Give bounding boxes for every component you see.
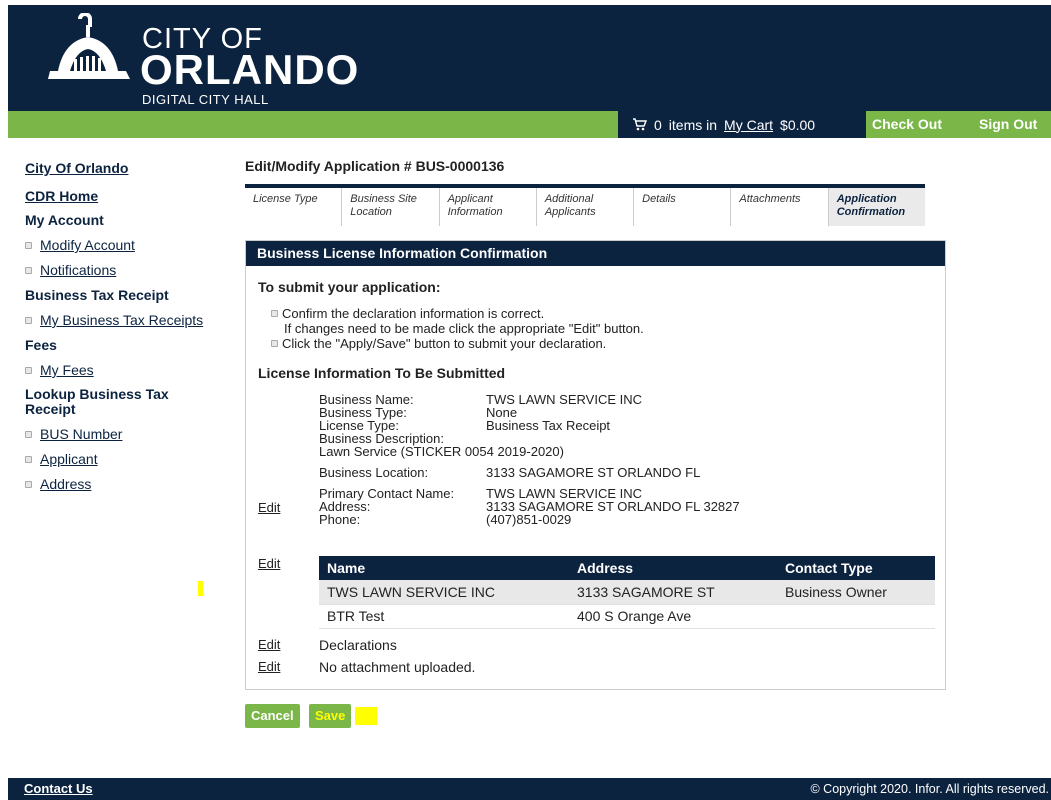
table-row: TWS LAWN SERVICE INC 3133 SAGAMORE ST Bu…: [319, 580, 935, 605]
instructions: Confirm the declaration information is c…: [271, 306, 644, 351]
logo-orlando-text: ORLANDO: [140, 46, 360, 93]
sidebar-item-label: My Fees: [40, 362, 94, 378]
cart-summary: 0 items in My Cart $0.00: [618, 111, 866, 138]
tab-business-site-location[interactable]: Business Site Location: [342, 188, 440, 226]
sidebar-item-my-fees[interactable]: My Fees: [25, 362, 225, 378]
wizard-tabs: License Type Business Site Location Appl…: [245, 184, 925, 226]
sidebar-item-label: Modify Account: [40, 237, 135, 253]
tab-attachments[interactable]: Attachments: [731, 188, 829, 226]
phone-label: Phone:: [319, 512, 361, 527]
edit-declarations-button[interactable]: Edit: [258, 637, 280, 652]
top-nav-bar: 0 items in My Cart $0.00 Check Out Sign …: [8, 111, 1051, 138]
tab-applicant-information[interactable]: Applicant Information: [439, 188, 537, 226]
declarations-label: Declarations: [319, 637, 397, 653]
cancel-button[interactable]: Cancel: [245, 704, 300, 728]
cart-icon: [633, 118, 647, 131]
my-cart-link[interactable]: My Cart: [724, 117, 773, 133]
save-button[interactable]: Save: [309, 704, 352, 728]
tab-application-confirmation[interactable]: Application Confirmation: [828, 188, 925, 226]
business-location-value: 3133 SAGAMORE ST ORLANDO FL: [486, 465, 701, 480]
attachments-status: No attachment uploaded.: [319, 659, 476, 675]
highlight-mark: [198, 581, 203, 596]
bullet-icon: [271, 310, 278, 317]
sidebar-item-label: BUS Number: [40, 426, 123, 442]
bullet-icon: [25, 316, 32, 324]
sidebar-item-address[interactable]: Address: [25, 476, 225, 492]
save-highlight: [355, 707, 377, 725]
cell-address: 3133 SAGAMORE ST: [569, 580, 777, 605]
site-header: CITY OF ORLANDO DIGITAL CITY HALL: [8, 5, 1051, 111]
sidebar-item-my-btr[interactable]: My Business Tax Receipts: [25, 312, 225, 328]
sidebar-link-city[interactable]: City Of Orlando: [25, 160, 225, 176]
sidebar-item-notifications[interactable]: Notifications: [25, 262, 225, 278]
cell-name: BTR Test: [319, 604, 569, 629]
cart-items-text: items in: [668, 116, 718, 133]
submit-title: To submit your application:: [258, 279, 441, 295]
bullet-icon: [25, 366, 32, 374]
site-footer: Contact Us © Copyright 2020. Infor. All …: [8, 778, 1051, 800]
edit-contacts-button[interactable]: Edit: [258, 556, 280, 571]
column-header-name: Name: [319, 556, 569, 580]
bullet-icon: [25, 480, 32, 488]
sidebar-item-bus-number[interactable]: BUS Number: [25, 426, 225, 442]
cell-contact-type: Business Owner: [777, 580, 935, 605]
bullet-icon: [271, 340, 278, 347]
business-desc-value: Lawn Service (STICKER 0054 2019-2020): [319, 444, 564, 459]
table-row: BTR Test 400 S Orange Ave: [319, 604, 935, 629]
bullet-icon: [25, 241, 32, 249]
sign-out-button[interactable]: Sign Out: [979, 111, 1037, 138]
edit-attachments-button[interactable]: Edit: [258, 659, 280, 674]
copyright-text: © Copyright 2020. Infor. All rights rese…: [810, 782, 1050, 796]
tab-additional-applicants[interactable]: Additional Applicants: [536, 188, 635, 226]
city-hall-dome-icon: [48, 13, 130, 79]
sidebar-item-label: My Business Tax Receipts: [40, 312, 204, 328]
sidebar-heading-fees: Fees: [25, 337, 57, 353]
cell-contact-type: [777, 604, 935, 629]
sidebar-heading-my-account: My Account: [25, 212, 104, 228]
column-header-address: Address: [569, 556, 777, 580]
sidebar: City Of Orlando CDR Home My Account Modi…: [25, 160, 225, 501]
instruction-3: Click the "Apply/Save" button to submit …: [282, 336, 607, 351]
table-header-row: Name Address Contact Type: [319, 556, 935, 580]
business-location-label: Business Location:: [319, 465, 429, 480]
license-type-value: Business Tax Receipt: [486, 418, 611, 433]
sidebar-item-label: Address: [40, 476, 92, 492]
sidebar-link-cdr-home[interactable]: CDR Home: [25, 188, 225, 204]
contacts-table: Name Address Contact Type TWS LAWN SERVI…: [319, 556, 935, 629]
check-out-button[interactable]: Check Out: [872, 111, 942, 138]
cell-name: TWS LAWN SERVICE INC: [319, 580, 569, 605]
sidebar-item-applicant[interactable]: Applicant: [25, 451, 225, 467]
confirmation-panel: Business License Information Confirmatio…: [245, 240, 946, 690]
page-title: Edit/Modify Application # BUS-0000136: [245, 158, 505, 174]
column-header-contact-type: Contact Type: [777, 556, 935, 580]
sidebar-item-label: Applicant: [40, 451, 98, 467]
phone-value: (407)851-0029: [486, 512, 572, 527]
cart-count: 0: [654, 116, 662, 133]
bullet-icon: [25, 455, 32, 463]
contact-us-link[interactable]: Contact Us: [24, 781, 93, 796]
cart-total: $0.00: [780, 116, 816, 133]
sidebar-item-label: Notifications: [40, 262, 117, 278]
instruction-2: If changes need to be made click the app…: [284, 321, 644, 336]
city-logo[interactable]: CITY OF ORLANDO DIGITAL CITY HALL: [48, 13, 368, 109]
bullet-icon: [25, 430, 32, 438]
sidebar-item-modify-account[interactable]: Modify Account: [25, 237, 225, 253]
edit-applicant-button[interactable]: Edit: [258, 500, 280, 515]
sidebar-heading-btr: Business Tax Receipt: [25, 287, 169, 303]
panel-title: Business License Information Confirmatio…: [246, 241, 945, 266]
cell-address: 400 S Orange Ave: [569, 604, 777, 629]
logo-subtitle: DIGITAL CITY HALL: [142, 92, 269, 107]
instruction-1: Confirm the declaration information is c…: [282, 306, 545, 321]
tab-details[interactable]: Details: [634, 188, 732, 226]
bullet-icon: [25, 266, 32, 274]
tab-license-type[interactable]: License Type: [245, 188, 343, 226]
sidebar-heading-lookup: Lookup Business Tax Receipt: [25, 386, 169, 417]
license-info-title: License Information To Be Submitted: [258, 365, 506, 381]
